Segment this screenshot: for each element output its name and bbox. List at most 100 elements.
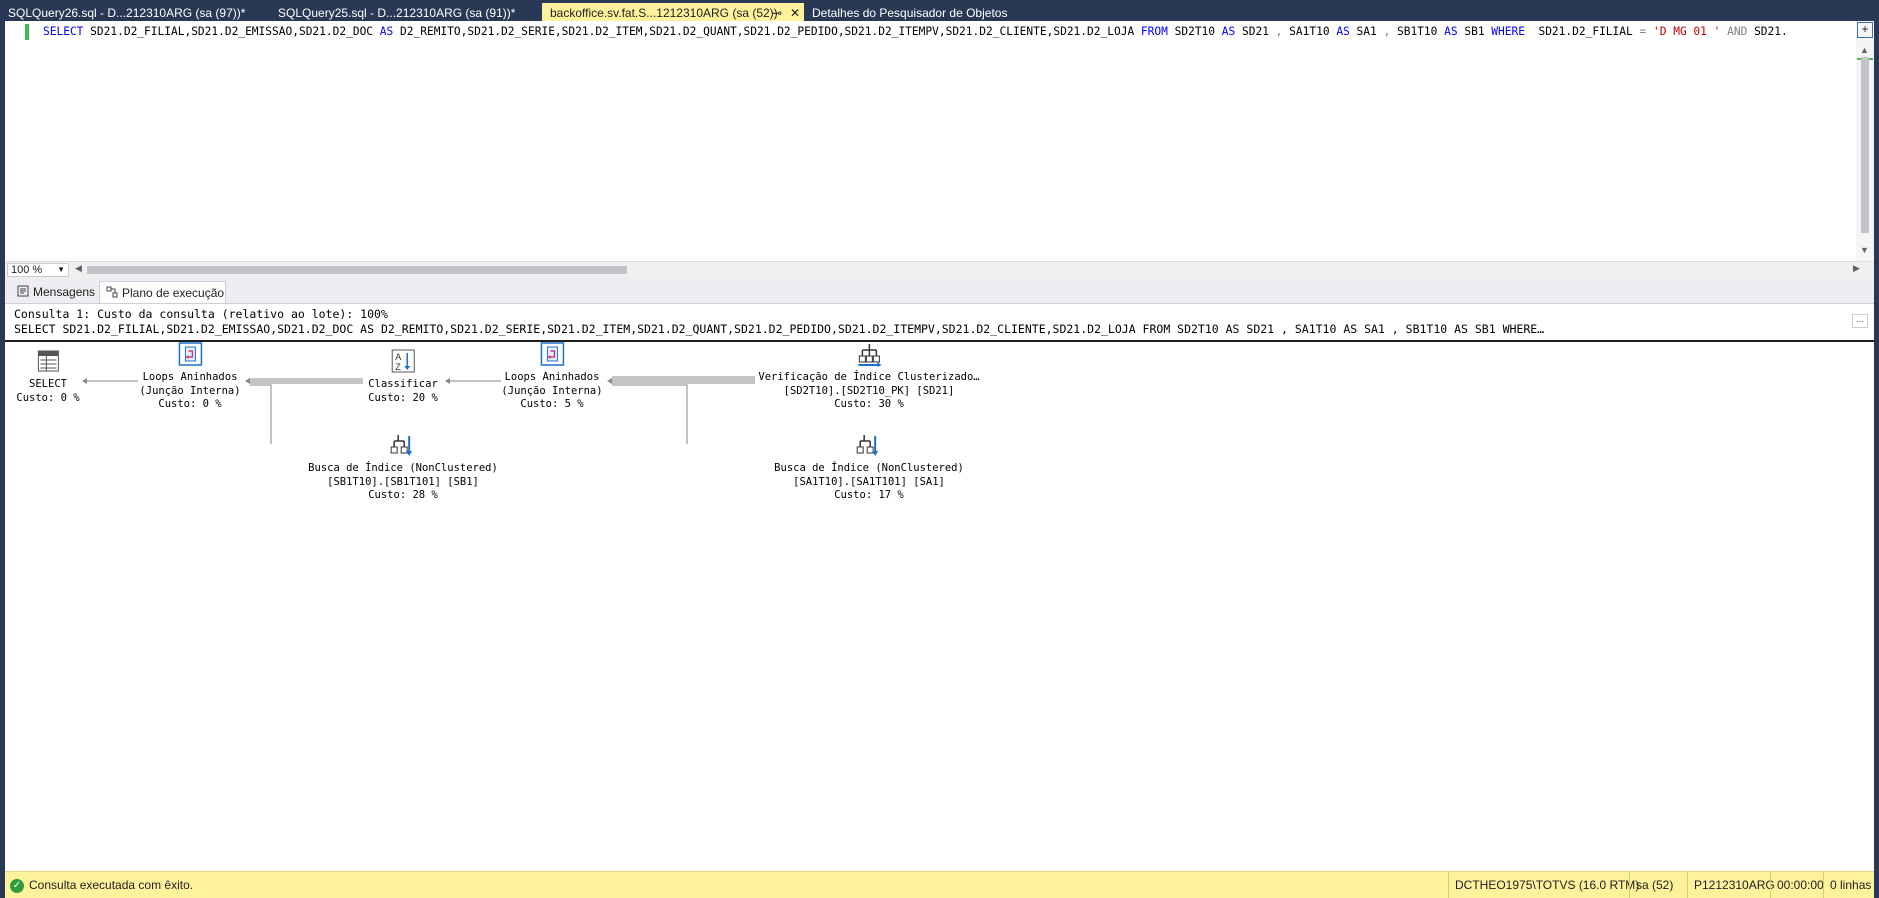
- plan-node-index-seek-sb1[interactable]: Busca de Índice (NonClustered) [SB1T10].…: [308, 432, 498, 503]
- code-token: D2_REMITO,SD21.D2_SERIE,SD21.D2_ITEM,SD2…: [393, 25, 1141, 38]
- code-token: SD2T10: [1167, 25, 1222, 38]
- svg-text:Z: Z: [395, 362, 401, 372]
- execution-plan-icon: [106, 283, 118, 305]
- plan-node-clustered-index-scan[interactable]: Verificação de Índice Clusterizado… [SD2…: [758, 341, 980, 412]
- scroll-right-icon[interactable]: ▶: [1853, 263, 1860, 274]
- status-user: sa (52): [1629, 872, 1687, 898]
- nested-loops-icon: [178, 342, 202, 366]
- scroll-thumb[interactable]: [1861, 57, 1869, 233]
- success-check-icon: ✓: [10, 879, 24, 893]
- code-token: AS: [1221, 25, 1236, 38]
- node-cost: Custo: 0 %: [158, 398, 222, 410]
- node-title: Classificar: [368, 378, 438, 390]
- node-cost: Custo: 30 %: [834, 398, 904, 410]
- status-database: P1212310ARG: [1687, 872, 1775, 898]
- scroll-left-icon[interactable]: ◀: [75, 263, 82, 274]
- status-server: DCTHEO1975\TOTVS (16.0 RTM): [1448, 872, 1639, 898]
- query-text-options-button[interactable]: …: [1852, 314, 1868, 328]
- scroll-up-icon[interactable]: ▲: [1860, 45, 1869, 55]
- node-subtitle: (Junção Interna): [501, 384, 603, 397]
- arrow-head: [607, 378, 612, 384]
- node-title: Verificação de Índice Clusterizado…: [758, 371, 980, 383]
- node-title: Busca de Índice (NonClustered): [308, 462, 498, 474]
- node-title: Loops Aninhados: [142, 371, 238, 383]
- node-cost: Custo: 20 %: [368, 391, 438, 404]
- tab-label: Plano de execução: [122, 286, 225, 300]
- node-subtitle: [SA1T10].[SA1T101] [SA1]: [793, 475, 945, 488]
- zoom-value: 100 %: [11, 264, 43, 276]
- node-subtitle: (Junção Interna): [139, 384, 241, 397]
- nested-loops-icon: [540, 342, 564, 366]
- code-token: WHERE: [1491, 25, 1525, 38]
- sql-editor[interactable]: SELECT SD21.D2_FILIAL,SD21.D2_EMISSAO,SD…: [5, 21, 1860, 261]
- plan-node-sort[interactable]: AZ Classificar Custo: 20 %: [368, 348, 438, 405]
- node-title: SELECT: [29, 378, 67, 390]
- tab-execution-plan[interactable]: Plano de execução: [99, 281, 226, 303]
- split-editor-icon[interactable]: +: [1857, 22, 1873, 38]
- arrow-head: [445, 378, 450, 384]
- code-token: SD21: [1235, 25, 1276, 38]
- change-marker: [25, 24, 29, 40]
- plan-node-nested-loops-2[interactable]: Loops Aninhados (Junção Interna) Custo: …: [501, 341, 603, 412]
- code-token: AS: [379, 25, 394, 38]
- index-seek-icon: [390, 435, 412, 456]
- code-token: SA1: [1349, 25, 1384, 38]
- node-cost: Custo: 28 %: [368, 489, 438, 501]
- status-message: Consulta executada com êxito.: [29, 878, 194, 892]
- node-subtitle: [SB1T10].[SB1T101] [SB1]: [327, 475, 479, 488]
- code-token: AS: [1336, 25, 1350, 38]
- edge-seek2-loops2: [612, 384, 688, 444]
- code-token: SD21.D2_FILIAL: [1524, 25, 1640, 38]
- plan-node-select[interactable]: SELECT Custo: 0 %: [16, 348, 80, 405]
- node-title: Loops Aninhados: [504, 371, 600, 383]
- chevron-down-icon: ▼: [57, 265, 65, 274]
- code-token: SB1: [1457, 25, 1492, 38]
- code-token: SD21.: [1747, 25, 1788, 38]
- edge-scan-loops2: [612, 376, 755, 384]
- tab-label: Mensagens: [33, 285, 96, 299]
- edge-seek1-loops1: [250, 384, 272, 444]
- tab-label: backoffice.sv.fat.S...1212310ARG (sa (52…: [550, 6, 778, 20]
- node-cost: Custo: 17 %: [834, 489, 904, 501]
- code-token: SB1T10: [1390, 25, 1445, 38]
- status-bar: ✓ Consulta executada com êxito. DCTHEO19…: [5, 871, 1874, 898]
- status-row-count: 0 linhas: [1823, 872, 1874, 898]
- zoom-select[interactable]: 100 % ▼: [7, 263, 69, 277]
- ssms-window: SQLQuery26.sql - D...212310ARG (sa (97))…: [0, 0, 1879, 898]
- messages-icon: [17, 282, 29, 304]
- sql-code-line[interactable]: SELECT SD21.D2_FILIAL,SD21.D2_EMISSAO,SD…: [43, 24, 1788, 40]
- editor-horizontal-bar: 100 % ▼ ◀ ▶: [5, 261, 1874, 277]
- code-token: AND: [1727, 25, 1748, 38]
- horizontal-scroll-thumb[interactable]: [87, 266, 627, 274]
- tab-label: SQLQuery25.sql - D...212310ARG (sa (91))…: [278, 6, 516, 20]
- code-token: SD21.D2_FILIAL,SD21.D2_EMISSAO,SD21.D2_D…: [83, 25, 380, 38]
- sort-icon: AZ: [391, 349, 415, 373]
- node-subtitle: [SD2T10].[SD2T10_PK] [SD21]: [783, 384, 955, 397]
- code-token: FROM: [1140, 25, 1168, 38]
- clustered-index-scan-icon: [857, 344, 881, 367]
- code-token: AS: [1444, 25, 1458, 38]
- plan-node-nested-loops-1[interactable]: Loops Aninhados (Junção Interna) Custo: …: [139, 341, 241, 412]
- select-icon: [37, 350, 59, 372]
- tab-messages[interactable]: Mensagens: [11, 281, 96, 304]
- tab-label: Detalhes do Pesquisador de Objetos: [812, 6, 1008, 20]
- arrow-head: [82, 378, 87, 384]
- plan-node-index-seek-sa1[interactable]: Busca de Índice (NonClustered) [SA1T10].…: [774, 432, 964, 503]
- editor-vertical-scrollbar[interactable]: + ▲ ▼: [1856, 21, 1874, 261]
- edge-sort-loops1: [250, 378, 363, 384]
- results-tab-strip: Mensagens Plano de execução: [5, 277, 1874, 304]
- code-token: 'D MG 01 ': [1653, 25, 1721, 38]
- scroll-down-icon[interactable]: ▼: [1860, 245, 1869, 255]
- node-title: Busca de Índice (NonClustered): [774, 462, 964, 474]
- node-cost: Custo: 0 %: [16, 391, 80, 404]
- svg-text:A: A: [395, 352, 401, 362]
- execution-plan-pane[interactable]: Consulta 1: Custo da consulta (relativo …: [5, 304, 1874, 871]
- node-cost: Custo: 5 %: [520, 398, 584, 410]
- code-token: SELECT: [43, 25, 84, 38]
- arrow-head: [245, 378, 250, 384]
- code-token: SA1T10: [1282, 25, 1337, 38]
- status-elapsed-time: 00:00:00: [1770, 872, 1824, 898]
- tab-label: SQLQuery26.sql - D...212310ARG (sa (97))…: [8, 6, 246, 20]
- index-seek-icon: [856, 435, 878, 456]
